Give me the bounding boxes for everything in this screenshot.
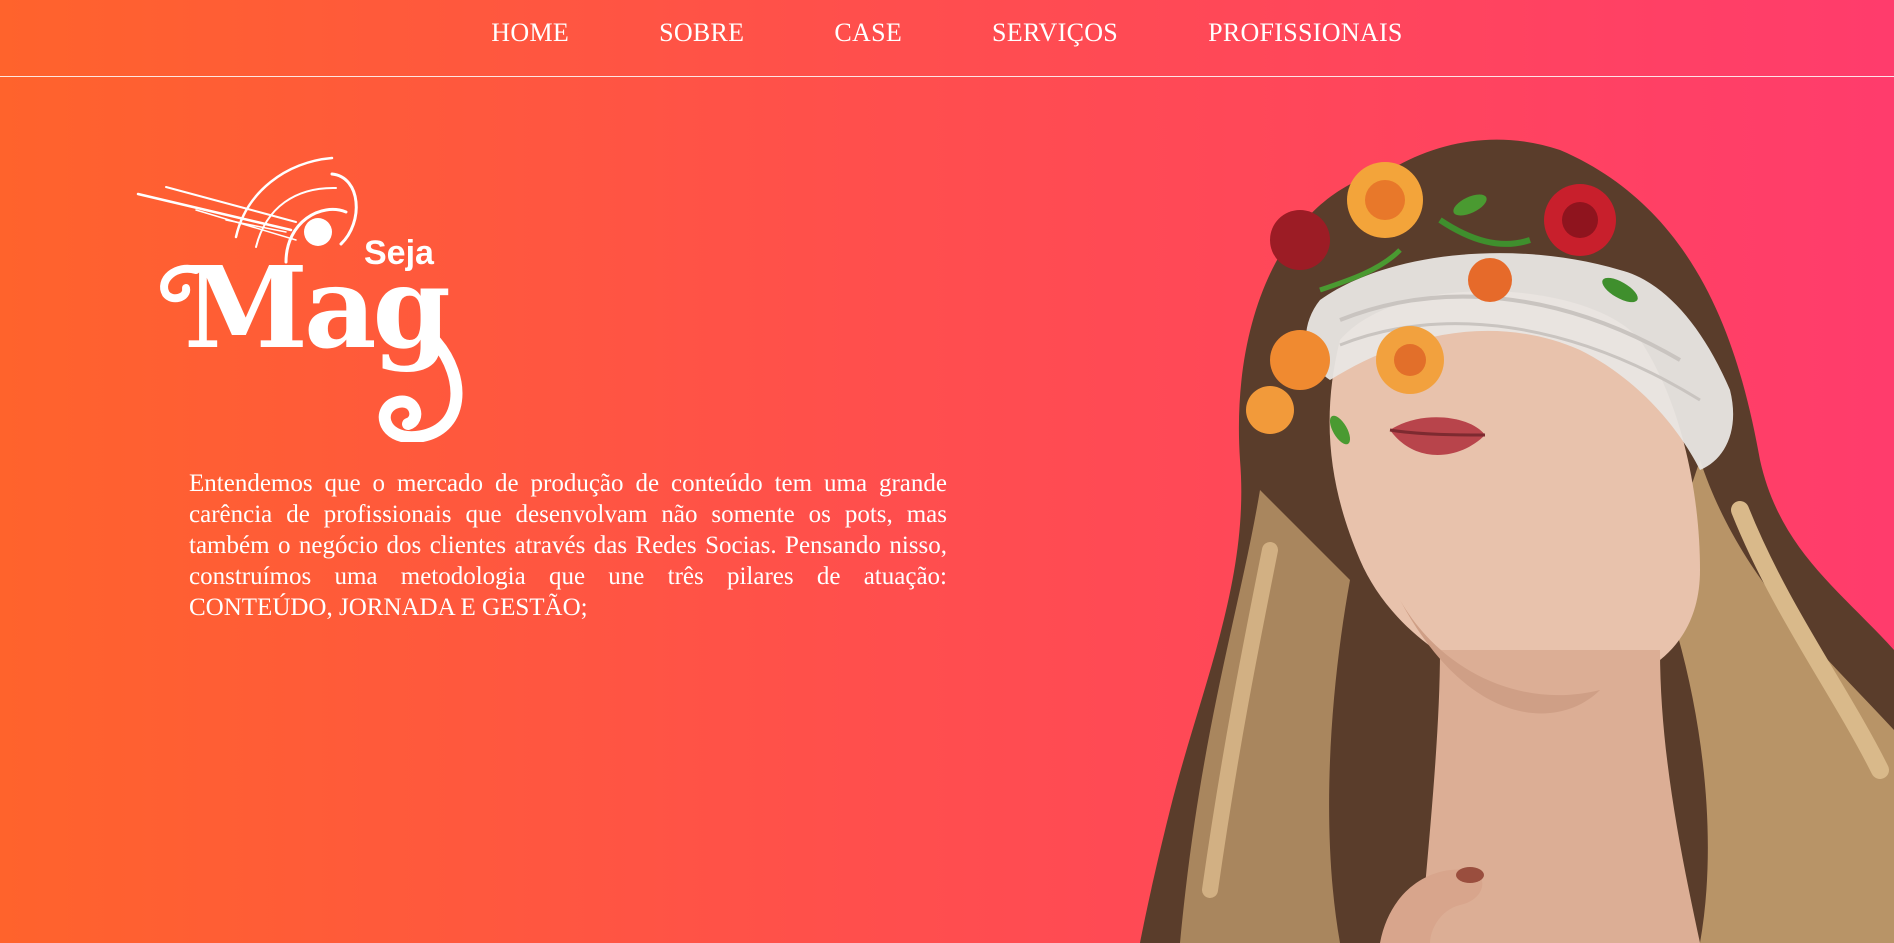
nav-menu: HOME SOBRE CASE SERVIÇOS PROFISSIONAIS <box>0 18 1894 48</box>
intro-paragraph: Entendemos que o mercado de produção de … <box>189 470 947 621</box>
logo-mag-text: Mag <box>184 243 449 374</box>
nav-sobre-link[interactable]: SOBRE <box>614 18 789 48</box>
nav-servicos-link[interactable]: SERVIÇOS <box>947 18 1163 48</box>
seja-mag-logo: Seja Mag <box>136 156 463 442</box>
nav-case-link[interactable]: CASE <box>789 18 947 48</box>
top-navigation: HOME SOBRE CASE SERVIÇOS PROFISSIONAIS <box>0 0 1894 77</box>
nav-home-link[interactable]: HOME <box>446 18 614 48</box>
nav-profissionais-link[interactable]: PROFISSIONAIS <box>1163 18 1448 48</box>
hero-woman-roses-image <box>1140 139 1894 943</box>
